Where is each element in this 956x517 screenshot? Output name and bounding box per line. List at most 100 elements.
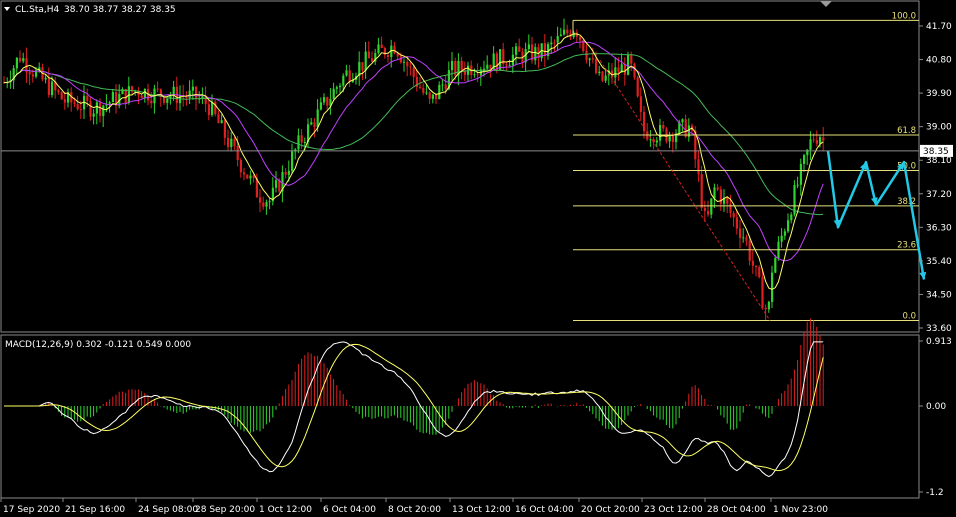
candle-body [780,235,783,242]
candle-body [486,64,489,69]
candle-body [655,140,658,143]
candle-body [681,119,684,123]
price-tick-label: 39.90 [926,89,952,99]
candle-body [460,60,463,71]
candle-body [339,85,342,88]
candle-body [239,159,242,173]
candle-body [684,119,687,137]
candle-body [323,97,326,103]
candle-body [22,58,25,62]
candle-body [748,240,751,261]
price-tick-label: 36.30 [926,223,952,233]
candle-body [406,61,409,67]
candle-body [815,140,818,144]
candle-body [297,135,300,150]
candle-body [227,137,230,148]
candle-body [591,58,594,60]
candle-body [534,47,537,61]
candle-body [713,187,716,199]
candle-body [819,137,822,144]
current-price-label: 38.35 [923,147,949,157]
candle-body [556,36,559,43]
candle-body [671,134,674,142]
candle-body [636,77,639,97]
candle-body [95,102,98,114]
candle-body [428,92,431,99]
candle-body [598,71,601,73]
candle-body [809,139,812,150]
candle-body [262,202,265,207]
candle-body [799,163,802,185]
candle-body [662,125,665,129]
candle-body [31,74,34,77]
fib-level-label: 23.6 [897,241,916,251]
candle-body [473,74,476,76]
candle-body [659,125,662,141]
candle-body [316,109,319,127]
price-tick-label: 41.70 [926,22,952,32]
candle-body [412,67,415,78]
candle-body [380,44,383,49]
fib-level-label: 100.0 [892,11,916,21]
candle-body [710,198,713,215]
candle-body [361,62,364,71]
candle-body [787,220,790,232]
candle-body [60,92,63,100]
price-tick-label: 38.10 [926,156,952,166]
candle-body [719,189,722,204]
candle-body [57,90,60,93]
candle-body [223,120,226,138]
price-tick-label: 40.80 [926,56,952,66]
candle-body [185,96,188,98]
candle-body [310,122,313,125]
price-tick-label: 39.00 [926,123,952,133]
candle-body [47,77,50,96]
candle-body [623,64,626,75]
candle-body [758,267,761,278]
candle-body [703,207,706,211]
candle-body [774,257,777,273]
candle-body [335,87,338,89]
candle-body [275,180,278,188]
candle-body [761,277,764,308]
trading-chart[interactable]: 100.061.850.038.223.60.0 CL.Sta,H4 38.70… [0,0,956,517]
candle-body [291,151,294,171]
candle-body [495,53,498,71]
candle-body [188,90,191,98]
candle-body [764,307,767,310]
candle-body [649,139,652,141]
macd-label: MACD(12,26,9) 0.302 -0.121 0.549 0.000 [5,340,191,350]
candle-body [716,187,719,190]
candle-body [377,44,380,54]
candle-body [108,102,111,104]
candle-body [508,65,511,67]
candle-body [614,67,617,78]
candle-body [51,81,54,96]
macd-tick-label: 0.00 [926,402,946,412]
price-tick-label: 35.40 [926,257,952,267]
candle-body [425,92,428,94]
candle-body [518,46,521,52]
candle-body [111,91,114,103]
candle-body [259,197,262,203]
time-tick-label: 23 Oct 12:00 [644,505,703,515]
macd-tick-label: 0.913 [926,337,952,347]
time-tick-label: 13 Oct 12:00 [452,505,511,515]
time-tick-label: 28 Oct 04:00 [707,505,766,515]
candle-body [348,70,351,82]
candle-body [822,137,825,141]
time-tick-label: 20 Oct 20:00 [581,505,640,515]
candle-body [252,175,255,178]
time-tick-label: 21 Sep 16:00 [65,505,125,515]
candle-body [566,29,569,34]
candle-body [243,172,246,175]
candle-body [140,95,143,99]
candle-body [44,77,47,80]
candle-body [550,42,553,45]
candle-body [371,58,374,62]
candle-body [303,141,306,143]
candle-body [19,57,22,62]
candle-body [505,64,508,66]
candle-body [387,54,390,57]
candle-body [313,122,316,127]
